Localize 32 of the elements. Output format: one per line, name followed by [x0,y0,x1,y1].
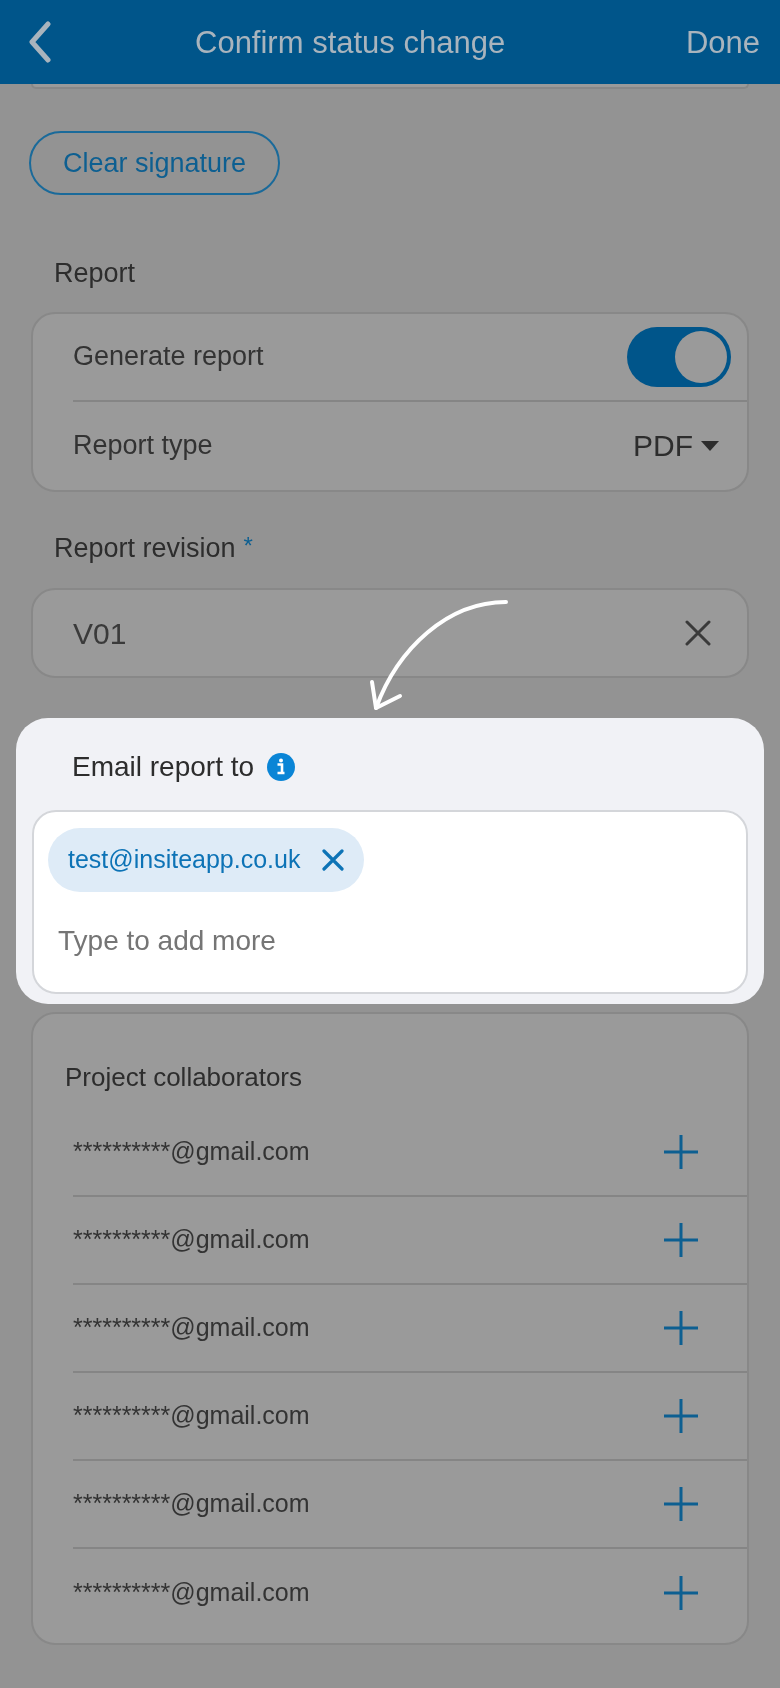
remove-icon[interactable] [322,849,345,871]
add-icon[interactable] [663,1398,699,1434]
add-icon[interactable] [663,1222,699,1258]
collaborator-email: **********@gmail.com [73,1224,310,1256]
caret-icon [701,440,719,451]
collaborator-email: **********@gmail.com [73,1136,310,1168]
collaborator-email: **********@gmail.com [73,1312,310,1344]
report-type-dropdown[interactable]: PDF [633,423,719,468]
section-title: Project collaborators [65,1061,303,1094]
clear-icon[interactable] [685,620,711,646]
window-title: Confirm status change [195,24,506,62]
section-label: Email report to [72,750,255,784]
required-mark: * [243,530,253,561]
done-button[interactable]: Done [685,20,760,67]
field-label: Report type [73,429,213,463]
add-icon[interactable] [663,1486,699,1522]
collaborator-email: **********@gmail.com [73,1577,310,1609]
add-icon[interactable] [663,1310,699,1346]
email-input-field[interactable]: test@insiteapp.co.uk Type to add more [32,810,748,994]
collaborator-email: **********@gmail.com [73,1400,310,1432]
add-icon[interactable] [663,1134,699,1170]
section-label: Report revision [54,531,236,565]
add-icon[interactable] [663,1575,699,1611]
back-button[interactable] [26,20,54,64]
collaborator-email: **********@gmail.com [73,1488,310,1520]
toggle-label: Generate report [73,340,264,374]
revision-field[interactable]: V01 [31,588,749,678]
section-label: Report [54,257,137,290]
clear-signature-button[interactable]: Clear signature [29,131,281,195]
back-icon [28,21,52,63]
email-chip[interactable]: test@insiteapp.co.uk [48,828,365,892]
info-icon[interactable] [266,752,297,782]
